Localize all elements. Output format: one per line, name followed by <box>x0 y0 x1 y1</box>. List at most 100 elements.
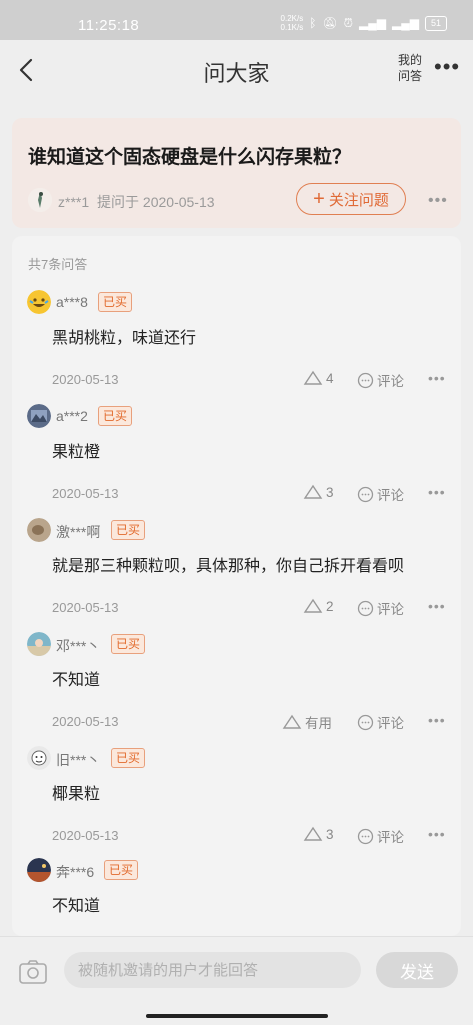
comment-label: 评论 <box>377 830 404 845</box>
answer-more-icon[interactable]: ••• <box>428 598 446 614</box>
answer-username: 奔***6 <box>56 864 95 880</box>
comment-bubble-icon <box>357 372 374 388</box>
comment-button[interactable]: 评论 <box>357 370 404 390</box>
answer-text: 不知道 <box>52 672 101 689</box>
like-button[interactable]: 4 <box>303 370 334 386</box>
purchased-badge: 已买 <box>104 860 139 880</box>
answer-date: 2020-05-13 <box>52 372 119 387</box>
answer-text: 果粒橙 <box>52 444 101 461</box>
useful-label: 有用 <box>305 716 332 731</box>
comment-bubble-icon <box>357 600 374 616</box>
asker-avatar <box>28 188 52 212</box>
answer-input-bar: 发送 <box>0 936 473 1025</box>
asker-name: z***1 <box>58 194 90 210</box>
answer-item: 旧***丶 已买 椰果粒 2020-05-13 3 评论 ••• <box>12 746 461 860</box>
purchased-badge: 已买 <box>111 748 146 768</box>
answer-item: 邓***丶 已买 不知道 2020-05-13 有用 评论 ••• <box>12 632 461 746</box>
page-header: 问大家 我的 问答 ••• <box>0 40 473 100</box>
comment-label: 评论 <box>377 716 404 731</box>
net-up-speed: 0.2K/s <box>280 14 304 23</box>
purchased-badge: 已买 <box>111 634 146 654</box>
alarm-icon: ⏰︎ <box>343 15 354 30</box>
mute-icon: 🔕︎ <box>322 16 338 30</box>
comment-bubble-icon <box>357 828 374 844</box>
answer-date: 2020-05-13 <box>52 486 119 501</box>
triangle-up-icon <box>303 598 323 613</box>
like-count: 3 <box>326 826 334 842</box>
answer-text: 不知道 <box>52 898 101 915</box>
comment-button[interactable]: 评论 <box>357 484 404 504</box>
status-bar: 11:25:18 0.2K/s 0.1K/s ᛒ 🔕︎ ⏰︎ ▂▄▆ ▂▄▆ 5… <box>0 0 473 40</box>
comment-bubble-icon <box>357 486 374 502</box>
asker-meta: z***1 提问于 2020-05-13 <box>58 192 215 212</box>
like-button[interactable]: 3 <box>303 484 334 500</box>
answer-date: 2020-05-13 <box>52 828 119 843</box>
my-qa-label-1: 我的 <box>397 53 422 67</box>
follow-question-button[interactable]: + 关注问题 <box>296 183 406 215</box>
triangle-up-icon <box>282 714 302 729</box>
send-button[interactable]: 发送 <box>376 952 458 988</box>
like-button[interactable]: 2 <box>303 598 334 614</box>
answer-username: 旧***丶 <box>56 752 101 768</box>
home-indicator <box>146 1014 328 1018</box>
answer-username: 激***啊 <box>56 524 101 540</box>
purchased-badge: 已买 <box>98 406 133 426</box>
question-more-icon[interactable]: ••• <box>428 192 448 210</box>
battery-icon: 51 <box>424 15 447 31</box>
comment-bubble-icon <box>357 714 374 730</box>
purchased-badge: 已买 <box>98 292 133 312</box>
comment-label: 评论 <box>377 488 404 503</box>
answer-more-icon[interactable]: ••• <box>428 826 446 842</box>
comment-label: 评论 <box>377 374 404 389</box>
network-speed: 0.2K/s 0.1K/s <box>281 14 304 32</box>
avatar <box>27 290 51 314</box>
status-icons: 0.2K/s 0.1K/s ᛒ 🔕︎ ⏰︎ ▂▄▆ ▂▄▆ 51 <box>281 14 447 32</box>
signal-4g-icon: ▂▄▆ <box>392 16 419 30</box>
answer-username: a***2 <box>56 408 88 424</box>
answer-username: 邓***丶 <box>56 638 101 654</box>
useful-button[interactable]: 有用 <box>282 712 332 732</box>
avatar <box>27 746 51 770</box>
triangle-up-icon <box>303 370 323 385</box>
camera-icon[interactable] <box>18 959 48 985</box>
answer-count: 共7条问答 <box>28 257 88 272</box>
answer-more-icon[interactable]: ••• <box>428 484 446 500</box>
answer-username: a***8 <box>56 294 88 310</box>
net-down-speed: 0.1K/s <box>280 23 304 32</box>
plus-icon: + <box>313 188 325 210</box>
like-count: 2 <box>326 598 334 614</box>
answer-input[interactable] <box>64 952 361 988</box>
answer-item: a***2 已买 果粒橙 2020-05-13 3 评论 ••• <box>12 404 461 518</box>
more-menu-icon[interactable]: ••• <box>434 56 460 78</box>
answer-text: 椰果粒 <box>52 786 101 803</box>
avatar <box>27 404 51 428</box>
answer-more-icon[interactable]: ••• <box>428 712 446 728</box>
answer-date: 2020-05-13 <box>52 600 119 615</box>
answer-text: 黑胡桃粒，味道还行 <box>52 330 197 347</box>
answer-more-icon[interactable]: ••• <box>428 370 446 386</box>
follow-label: 关注问题 <box>328 191 389 209</box>
comment-button[interactable]: 评论 <box>357 712 404 732</box>
like-button[interactable]: 3 <box>303 826 334 842</box>
bluetooth-icon: ᛒ <box>309 16 317 30</box>
asked-date: 提问于 2020-05-13 <box>97 194 215 210</box>
triangle-up-icon <box>303 484 323 499</box>
signal-icon: ▂▄▆ <box>359 16 387 30</box>
avatar <box>27 518 51 542</box>
like-count: 3 <box>326 484 334 500</box>
comment-button[interactable]: 评论 <box>357 598 404 618</box>
answer-item: a***8 已买 黑胡桃粒，味道还行 2020-05-13 4 评论 ••• <box>12 290 461 404</box>
avatar <box>27 632 51 656</box>
status-time: 11:25:18 <box>78 17 140 34</box>
answer-item: 奔***6 已买 不知道 <box>12 858 461 936</box>
comment-button[interactable]: 评论 <box>357 826 404 846</box>
my-qa-label-2: 问答 <box>397 69 422 83</box>
like-count: 4 <box>326 370 334 386</box>
avatar <box>27 858 51 882</box>
purchased-badge: 已买 <box>111 520 146 540</box>
answer-text: 就是那三种颗粒呗，具体那种，你自己拆开看看呗 <box>52 558 405 575</box>
my-qa-button[interactable]: 我的 问答 <box>390 52 430 84</box>
answers-card: 共7条问答 a***8 已买 黑胡桃粒，味道还行 2020-05-13 4 评论… <box>12 236 461 936</box>
question-title: 谁知道这个固态硬盘是什么闪存果粒？ <box>28 147 352 168</box>
triangle-up-icon <box>303 826 323 841</box>
